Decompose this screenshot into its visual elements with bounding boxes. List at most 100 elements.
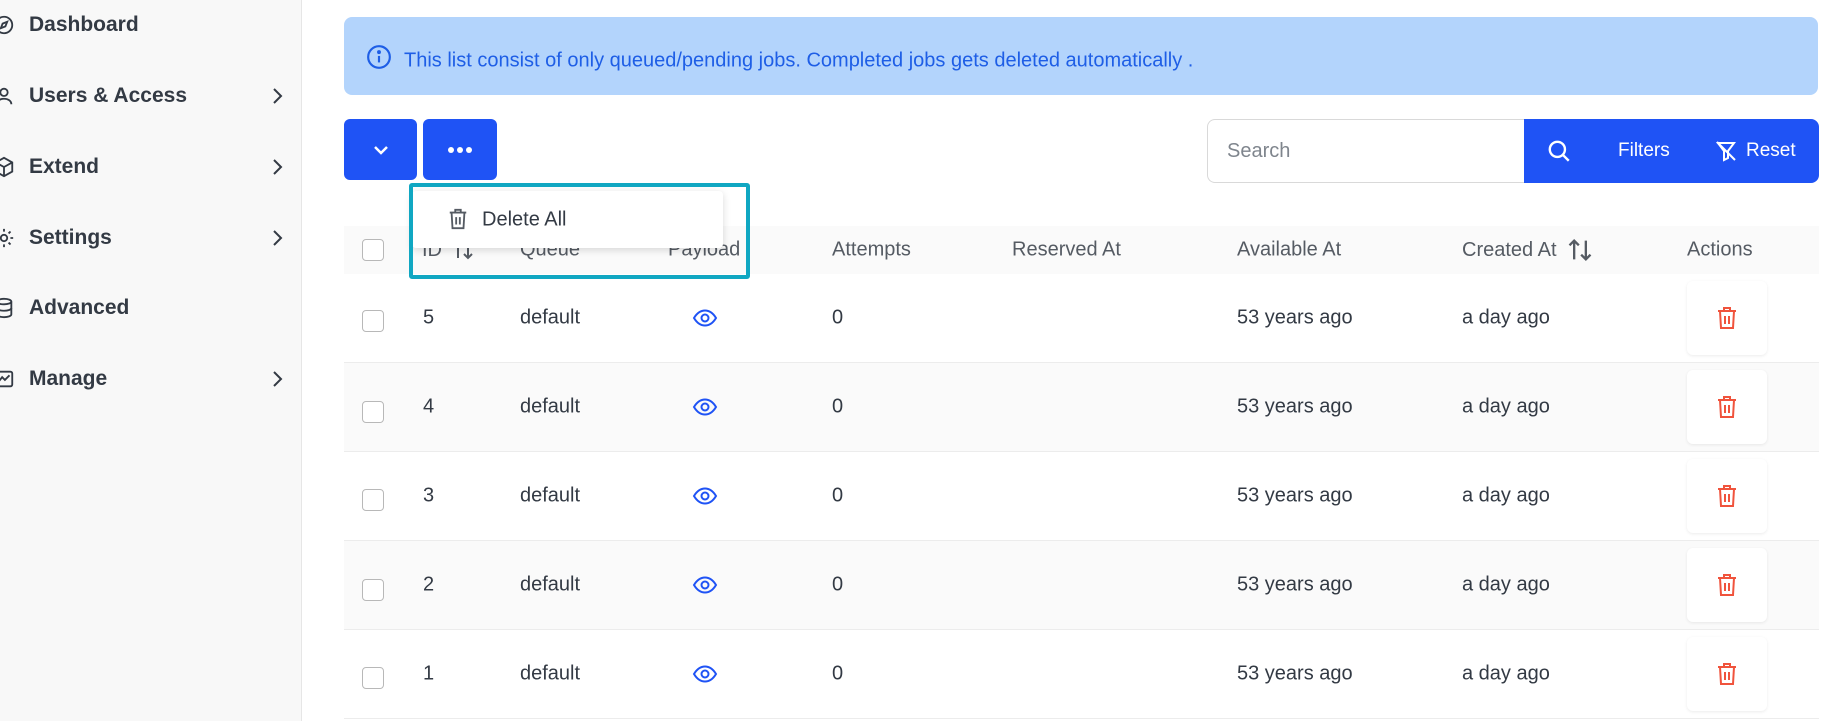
cell-attempts: 0: [832, 306, 844, 329]
filters-label: Filters: [1618, 140, 1670, 161]
chart-icon: [0, 367, 16, 391]
cell-id: 1: [423, 662, 435, 685]
sidebar-item-label: Manage: [29, 367, 108, 390]
cell-id: 3: [423, 484, 435, 507]
chevron-right-icon: [268, 370, 286, 388]
sidebar-item-label: Extend: [29, 155, 100, 178]
user-icon: [0, 84, 16, 108]
sidebar-item-label: Settings: [29, 226, 112, 249]
search-button[interactable]: [1546, 119, 1586, 183]
cell-created-at: a day ago: [1462, 662, 1550, 685]
delete-row-button[interactable]: [1687, 548, 1767, 622]
chevron-right-icon: [268, 87, 286, 105]
more-actions-button[interactable]: [423, 119, 497, 180]
sidebar-item-extend[interactable]: Extend: [0, 147, 302, 187]
cell-queue: default: [520, 395, 581, 418]
column-header-created-at[interactable]: Created At: [1462, 236, 1593, 264]
cell-available-at: 53 years ago: [1237, 573, 1353, 596]
eye-icon[interactable]: [692, 575, 718, 595]
cube-icon: [0, 155, 16, 179]
bulk-select-dropdown-button[interactable]: [344, 119, 417, 180]
cell-id: 4: [423, 395, 435, 418]
cell-attempts: 0: [832, 484, 844, 507]
eye-icon[interactable]: [692, 397, 718, 417]
trash-icon: [1718, 663, 1736, 685]
menu-item-label: Delete All: [482, 208, 567, 230]
sidebar: Dashboard Users & Access Extend Settings: [0, 0, 302, 721]
cell-attempts: 0: [832, 662, 844, 685]
select-all-checkbox[interactable]: [362, 239, 384, 261]
delete-row-button[interactable]: [1687, 370, 1767, 444]
cell-available-at: 53 years ago: [1237, 484, 1353, 507]
chevron-right-icon: [268, 229, 286, 247]
column-header-attempts: Attempts: [832, 238, 911, 261]
alert-message: This list consist of only queued/pending…: [404, 49, 1194, 72]
search-field[interactable]: [1207, 119, 1525, 183]
cell-queue: default: [520, 306, 581, 329]
reset-label: Reset: [1746, 140, 1796, 161]
database-icon: [0, 296, 16, 320]
column-header-available-at: Available At: [1237, 238, 1342, 261]
sidebar-item-users-access[interactable]: Users & Access: [0, 76, 302, 116]
cell-available-at: 53 years ago: [1237, 662, 1353, 685]
cell-attempts: 0: [832, 573, 844, 596]
row-checkbox[interactable]: [362, 310, 384, 332]
delete-row-button[interactable]: [1687, 459, 1767, 533]
sidebar-item-label: Users & Access: [29, 84, 187, 107]
filter-off-icon: [1716, 141, 1736, 162]
column-header-reserved-at: Reserved At: [1012, 238, 1121, 261]
cell-attempts: 0: [832, 395, 844, 418]
trash-icon: [1718, 307, 1736, 329]
sort-icon: [1568, 239, 1591, 261]
table-row: 2 default 0 53 years ago a day ago: [344, 541, 1819, 630]
info-alert: This list consist of only queued/pending…: [344, 17, 1818, 95]
table-row: 5 default 0 53 years ago a day ago: [344, 274, 1819, 363]
sidebar-item-manage[interactable]: Manage: [0, 359, 302, 399]
reset-button[interactable]: Reset: [1714, 119, 1796, 183]
eye-icon[interactable]: [692, 486, 718, 506]
table-row: 1 default 0 53 years ago a day ago: [344, 630, 1819, 719]
cell-available-at: 53 years ago: [1237, 395, 1353, 418]
ellipsis-icon: [448, 146, 472, 153]
filters-button[interactable]: Filters: [1618, 119, 1670, 183]
row-checkbox[interactable]: [362, 667, 384, 689]
row-checkbox[interactable]: [362, 579, 384, 601]
info-icon: [367, 45, 391, 69]
trash-icon: [449, 208, 467, 230]
column-header-actions: Actions: [1687, 238, 1753, 261]
cell-created-at: a day ago: [1462, 306, 1550, 329]
cell-id: 2: [423, 573, 435, 596]
table-row: 3 default 0 53 years ago a day ago: [344, 452, 1819, 541]
chevron-down-icon: [373, 145, 388, 155]
trash-icon: [1718, 396, 1736, 418]
cell-id: 5: [423, 306, 435, 329]
cell-queue: default: [520, 662, 581, 685]
search-icon: [1548, 140, 1570, 162]
cell-queue: default: [520, 573, 581, 596]
sidebar-item-label: Dashboard: [29, 13, 139, 36]
cell-queue: default: [520, 484, 581, 507]
cell-created-at: a day ago: [1462, 395, 1550, 418]
compass-icon: [0, 13, 16, 37]
filter-bar: Filters Reset: [1524, 119, 1819, 183]
cell-available-at: 53 years ago: [1237, 306, 1353, 329]
menu-item-delete-all[interactable]: Delete All: [412, 191, 723, 248]
cell-created-at: a day ago: [1462, 484, 1550, 507]
trash-icon: [1718, 574, 1736, 596]
chevron-right-icon: [268, 158, 286, 176]
cell-created-at: a day ago: [1462, 573, 1550, 596]
row-checkbox[interactable]: [362, 401, 384, 423]
sidebar-item-label: Advanced: [29, 296, 130, 319]
gear-icon: [0, 226, 16, 250]
table-row: 4 default 0 53 years ago a day ago: [344, 363, 1819, 452]
eye-icon[interactable]: [692, 664, 718, 684]
delete-row-button[interactable]: [1687, 637, 1767, 711]
row-checkbox[interactable]: [362, 489, 384, 511]
sidebar-item-advanced[interactable]: Advanced: [0, 288, 302, 328]
trash-icon: [1718, 485, 1736, 507]
search-input[interactable]: [1208, 139, 1525, 163]
sidebar-item-dashboard[interactable]: Dashboard: [0, 5, 302, 45]
delete-row-button[interactable]: [1687, 281, 1767, 355]
eye-icon[interactable]: [692, 308, 718, 328]
sidebar-item-settings[interactable]: Settings: [0, 218, 302, 258]
